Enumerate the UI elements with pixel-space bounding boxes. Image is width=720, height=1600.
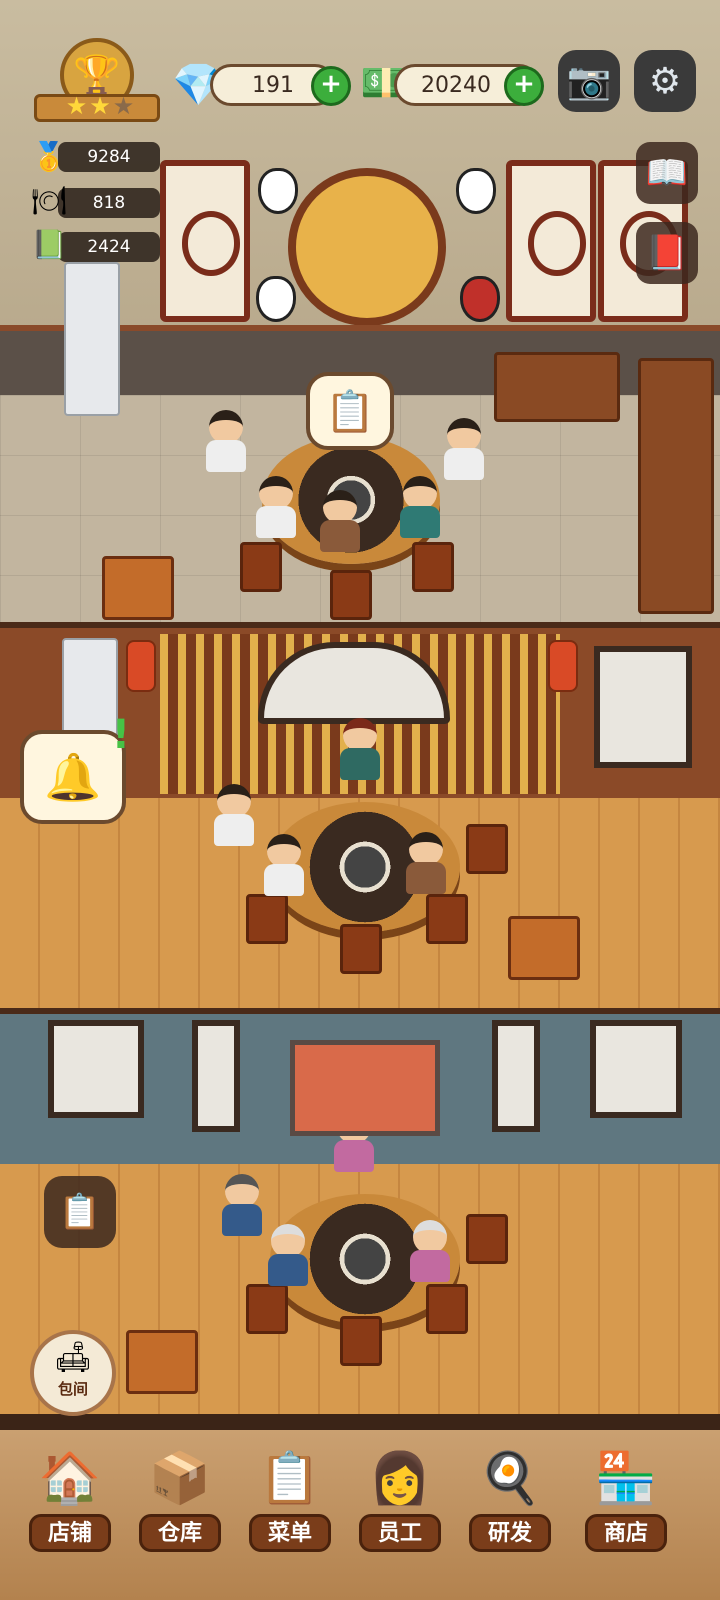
gems-value: 191 — [252, 72, 294, 98]
task-button[interactable]: 📋 — [44, 1176, 116, 1248]
customer[interactable] — [206, 410, 246, 472]
green-book-icon: 📗 — [31, 228, 67, 261]
menu-checklist-icon: 📋 — [258, 1449, 322, 1507]
dishes-stat-value: 818 — [92, 193, 126, 213]
opera-mask — [456, 168, 496, 214]
air-conditioner — [64, 262, 120, 416]
recipe-book-button[interactable]: 📕 — [636, 222, 698, 284]
lattice-window — [160, 160, 250, 322]
settings-button[interactable]: ⚙ — [634, 50, 696, 112]
staff-chef-icon: 👩 — [368, 1449, 432, 1507]
nav-staff[interactable]: 👩 员工 — [350, 1446, 450, 1566]
warehouse-boxes-icon: 📦 — [148, 1449, 212, 1507]
help-book-icon: 📖 — [645, 153, 689, 193]
customer[interactable] — [444, 418, 484, 480]
bamboo-painting — [48, 1020, 144, 1118]
gold-stat-value: 9284 — [87, 147, 131, 167]
dishes-stat: 818 — [58, 188, 160, 218]
order-clipboard-icon: 📋 — [325, 388, 375, 435]
cash-value: 20240 — [421, 72, 491, 98]
private-room-button[interactable]: 🛋 包间 — [30, 1330, 116, 1416]
wok-research-icon: 🍳 — [478, 1449, 542, 1507]
star-empty-icon: ★ — [112, 92, 135, 120]
customer[interactable] — [264, 834, 304, 896]
nav-staff-label: 员工 — [359, 1514, 441, 1552]
gold-stat: 9284 — [58, 142, 160, 172]
bamboo-scroll — [192, 1020, 240, 1132]
moon-window — [288, 168, 446, 326]
landscape-painting — [594, 646, 692, 768]
red-lantern — [548, 640, 578, 692]
nav-warehouse-label: 仓库 — [139, 1514, 221, 1552]
rating-stars: ★ ★ ★ — [60, 92, 140, 122]
opera-mask — [460, 276, 500, 322]
chair — [246, 894, 288, 944]
nav-shop[interactable]: 🏠 店铺 — [20, 1446, 120, 1566]
wooden-cabinet — [508, 916, 580, 980]
nav-research-label: 研发 — [469, 1514, 551, 1552]
customer[interactable] — [256, 476, 296, 538]
chair — [466, 824, 508, 874]
chair — [330, 570, 372, 620]
serving-cloche-icon: 🍽 — [31, 184, 67, 217]
tv-screen — [290, 1040, 440, 1136]
camera-button[interactable]: 📷 — [558, 50, 620, 112]
customer[interactable] — [268, 1224, 308, 1286]
menu-stat: 2424 — [58, 232, 160, 262]
nav-research[interactable]: 🍳 研发 — [460, 1446, 560, 1566]
customer[interactable] — [410, 1220, 450, 1282]
wooden-cabinet — [102, 556, 174, 620]
camera-icon: 📷 — [566, 61, 612, 102]
task-clipboard-icon: 📋 — [58, 1192, 102, 1232]
add-cash-button[interactable]: + — [504, 66, 544, 106]
chair — [412, 542, 454, 592]
customer[interactable] — [400, 476, 440, 538]
star-filled-icon: ★ — [89, 92, 111, 120]
chair — [340, 1316, 382, 1366]
chair — [466, 1214, 508, 1264]
sofa-icon: 🛋 — [53, 1340, 93, 1375]
chair — [246, 1284, 288, 1334]
bamboo-scroll — [492, 1020, 540, 1132]
wooden-cabinet — [126, 1330, 198, 1394]
add-gems-button[interactable]: + — [311, 66, 351, 106]
tea-shelf — [638, 358, 714, 614]
chair — [240, 542, 282, 592]
gold-ingot-icon: 🥇 — [31, 140, 67, 173]
nav-store[interactable]: 🏪 商店 — [576, 1446, 676, 1566]
opera-mask — [256, 276, 296, 322]
chair — [426, 894, 468, 944]
nav-warehouse[interactable]: 📦 仓库 — [130, 1446, 230, 1566]
restaurant-rank-badge[interactable]: 🏆 ★ ★ ★ — [34, 38, 160, 128]
gear-icon: ⚙ — [648, 60, 682, 102]
bamboo-painting — [590, 1020, 682, 1118]
lattice-window — [506, 160, 596, 322]
nav-shop-label: 店铺 — [29, 1514, 111, 1552]
menu-stat-value: 2424 — [87, 237, 131, 257]
waitress[interactable] — [340, 718, 380, 780]
service-bell-icon: 🔔 — [44, 749, 102, 804]
sideboard — [494, 352, 620, 422]
order-bubble[interactable]: 📋 — [306, 372, 394, 450]
help-book-button[interactable]: 📖 — [636, 142, 698, 204]
shop-house-icon: 🏠 — [38, 1449, 102, 1507]
recipe-book-icon: 📕 — [645, 233, 689, 273]
customer[interactable] — [320, 490, 360, 552]
customer[interactable] — [222, 1174, 262, 1236]
nav-menu-label: 菜单 — [249, 1514, 331, 1552]
customer[interactable] — [406, 832, 446, 894]
private-room-label: 包间 — [57, 1380, 88, 1398]
nav-store-label: 商店 — [585, 1514, 667, 1552]
customer[interactable] — [214, 784, 254, 846]
store-front-icon: 🏪 — [594, 1449, 658, 1507]
chair — [340, 924, 382, 974]
opera-mask — [258, 168, 298, 214]
nav-menu[interactable]: 📋 菜单 — [240, 1446, 340, 1566]
service-bell-bubble[interactable]: 🔔 ! — [20, 712, 130, 824]
alert-exclamation-icon: ! — [111, 712, 130, 758]
red-lantern — [126, 640, 156, 692]
chair — [426, 1284, 468, 1334]
star-filled-icon: ★ — [65, 92, 88, 120]
